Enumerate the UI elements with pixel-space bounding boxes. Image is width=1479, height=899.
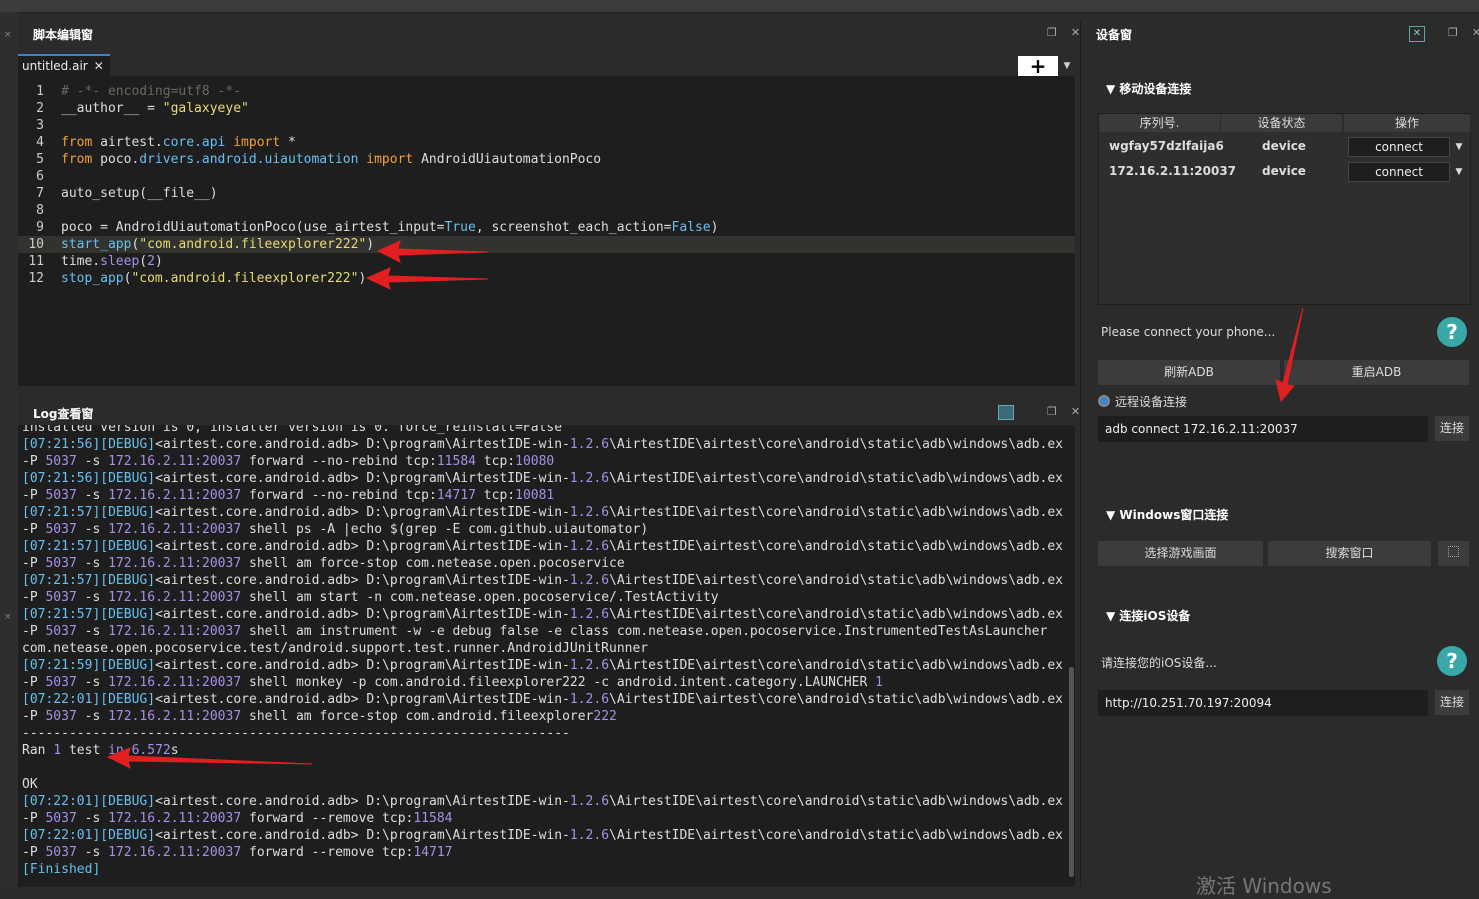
- arrow-to-remote-address: [1275, 307, 1304, 403]
- arrow-to-stop-app: [365, 267, 489, 290]
- annotation-arrows: [106, 240, 1304, 769]
- arrow-to-start-app: [376, 240, 489, 263]
- arrow-to-test-time: [106, 747, 313, 769]
